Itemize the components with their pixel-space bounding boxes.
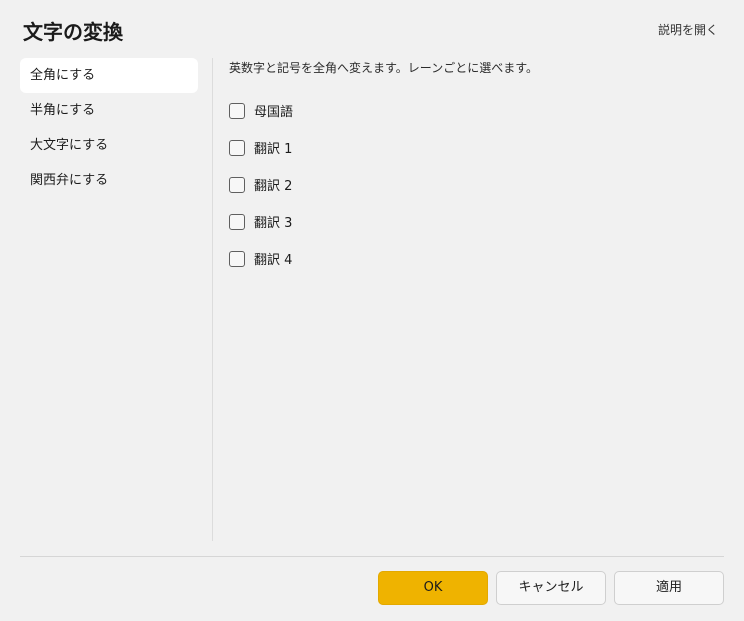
convert-text-dialog: 文字の変換 説明を開く 全角にする 半角にする 大文字にする 関西弁にする 英数… <box>0 0 744 621</box>
dialog-title: 文字の変換 <box>23 20 123 44</box>
option-label: 母国語 <box>254 105 294 120</box>
open-help-link[interactable]: 説明を開く <box>658 22 718 38</box>
checkbox-native-language[interactable] <box>229 102 245 119</box>
sidebar-item-fullwidth[interactable]: 全角にする <box>20 58 198 93</box>
ok-button[interactable]: OK <box>378 571 488 605</box>
sidebar-item-kansai-dialect[interactable]: 関西弁にする <box>20 163 198 198</box>
option-label: 翻訳 3 <box>254 216 293 231</box>
sidebar-item-uppercase[interactable]: 大文字にする <box>20 128 198 163</box>
option-translation-3[interactable]: 翻訳 3 <box>229 203 724 240</box>
vertical-divider <box>212 58 213 541</box>
option-label: 翻訳 4 <box>254 253 293 268</box>
main-panel: 英数字と記号を全角へ変えます。レーンごとに選べます。 母国語 翻訳 1 翻訳 2… <box>229 60 724 277</box>
lane-options: 母国語 翻訳 1 翻訳 2 翻訳 3 翻訳 4 <box>229 92 724 277</box>
option-translation-2[interactable]: 翻訳 2 <box>229 166 724 203</box>
option-native-language[interactable]: 母国語 <box>229 92 724 129</box>
apply-button[interactable]: 適用 <box>614 571 724 605</box>
cancel-button[interactable]: キャンセル <box>496 571 606 605</box>
option-translation-1[interactable]: 翻訳 1 <box>229 129 724 166</box>
sidebar: 全角にする 半角にする 大文字にする 関西弁にする <box>20 58 198 198</box>
option-translation-4[interactable]: 翻訳 4 <box>229 240 724 277</box>
checkbox-translation-1[interactable] <box>229 139 245 156</box>
checkbox-translation-4[interactable] <box>229 250 245 267</box>
option-description: 英数字と記号を全角へ変えます。レーンごとに選べます。 <box>229 61 539 75</box>
checkbox-translation-3[interactable] <box>229 213 245 230</box>
option-label: 翻訳 1 <box>254 142 293 157</box>
checkbox-translation-2[interactable] <box>229 176 245 193</box>
sidebar-item-halfwidth[interactable]: 半角にする <box>20 93 198 128</box>
footer-divider <box>20 556 724 557</box>
option-label: 翻訳 2 <box>254 179 293 194</box>
